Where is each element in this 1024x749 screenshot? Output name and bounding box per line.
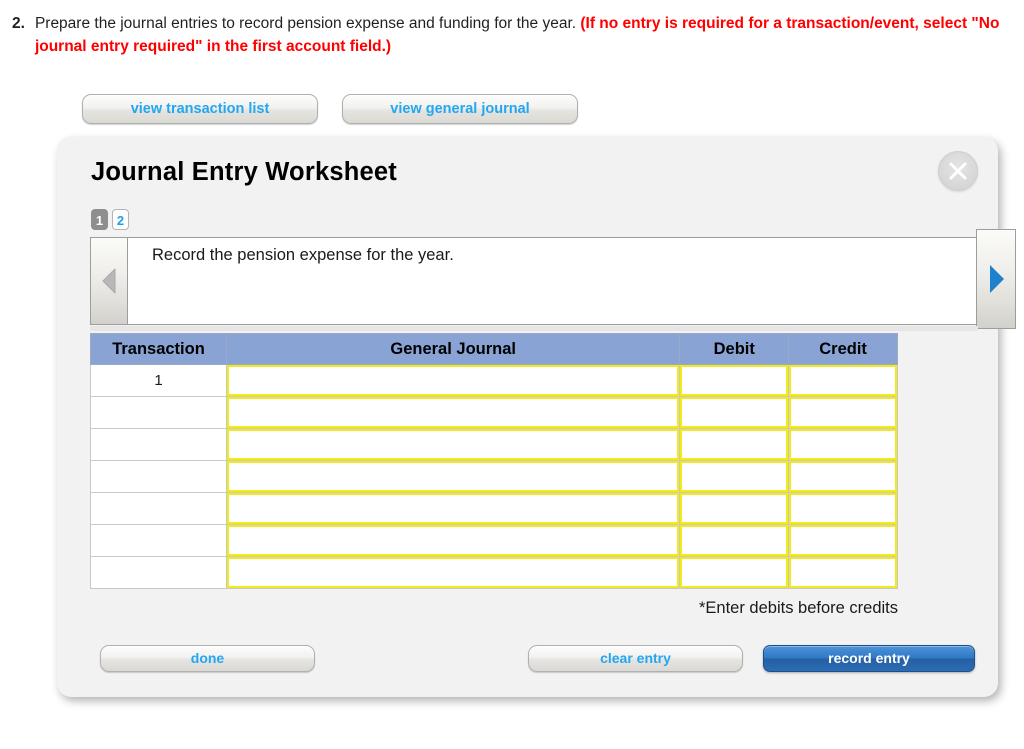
cell-debit-input[interactable]	[680, 493, 789, 524]
cell-credit-input[interactable]	[789, 557, 897, 588]
cell-debit-input[interactable]	[680, 429, 789, 460]
cell-transaction	[90, 492, 227, 525]
cell-credit	[788, 428, 898, 461]
cell-credit	[788, 556, 898, 589]
cell-transaction	[90, 524, 227, 557]
cell-general-journal	[225, 428, 681, 461]
close-x-glyph	[949, 162, 967, 180]
prompt-strip-shadow	[90, 326, 978, 331]
cell-debit	[679, 460, 790, 493]
cell-credit	[788, 524, 898, 557]
prompt-navigation-strip: Record the pension expense for the year.	[90, 229, 1016, 329]
table-row	[90, 428, 898, 461]
cell-general-journal	[225, 524, 681, 557]
cell-debit-input[interactable]	[680, 397, 789, 428]
table-row	[90, 556, 898, 589]
prompt-text: Record the pension expense for the year.	[152, 246, 454, 264]
cell-debit	[679, 556, 790, 589]
done-button[interactable]: done	[100, 645, 315, 672]
cell-general-journal	[225, 556, 681, 589]
cell-general-journal-input[interactable]	[227, 429, 680, 460]
cell-general-journal-input[interactable]	[227, 365, 680, 396]
table-row: 1	[90, 364, 898, 397]
column-header-general-journal: General Journal	[225, 333, 681, 365]
cell-general-journal-input[interactable]	[227, 493, 680, 524]
cell-debit	[679, 428, 790, 461]
cell-credit-input[interactable]	[789, 365, 897, 396]
record-entry-button[interactable]: record entry	[763, 645, 975, 672]
cell-transaction	[90, 460, 227, 493]
cell-general-journal	[225, 460, 681, 493]
table-header-row: Transaction General Journal Debit Credit	[90, 333, 898, 365]
panel-title: Journal Entry Worksheet	[91, 158, 397, 186]
cell-credit-input[interactable]	[789, 493, 897, 524]
cell-transaction: 1	[90, 364, 227, 397]
cell-credit	[788, 492, 898, 525]
cell-debit	[679, 524, 790, 557]
question-body: Prepare the journal entries to record pe…	[35, 12, 1007, 58]
cell-transaction	[90, 396, 227, 429]
journal-entry-table: Transaction General Journal Debit Credit…	[90, 333, 898, 589]
cell-credit-input[interactable]	[789, 525, 897, 556]
cell-debit-input[interactable]	[680, 461, 789, 492]
cell-debit-input[interactable]	[680, 557, 789, 588]
cell-credit-input[interactable]	[789, 397, 897, 428]
question-block: 2. Prepare the journal entries to record…	[12, 12, 1007, 58]
debits-before-credits-hint: *Enter debits before credits	[698, 599, 898, 617]
cell-credit	[788, 364, 898, 397]
cell-debit-input[interactable]	[680, 365, 789, 396]
cell-general-journal	[225, 492, 681, 525]
cell-transaction	[90, 556, 227, 589]
cell-transaction	[90, 428, 227, 461]
column-header-debit: Debit	[679, 333, 790, 365]
cell-debit	[679, 492, 790, 525]
prev-arrow-glyph	[102, 268, 116, 294]
step-tab-2[interactable]: 2	[112, 209, 129, 230]
question-text: Prepare the journal entries to record pe…	[34, 15, 581, 32]
view-transaction-list-button[interactable]: view transaction list	[82, 94, 318, 124]
step-tab-1[interactable]: 1	[91, 209, 108, 230]
column-header-transaction: Transaction	[90, 333, 227, 365]
next-arrow-icon[interactable]	[976, 229, 1016, 329]
cell-credit	[788, 396, 898, 429]
step-tabs: 1 2	[91, 209, 129, 230]
view-general-journal-button[interactable]: view general journal	[342, 94, 578, 124]
footer-buttons-group: done clear entry record entry	[57, 645, 998, 675]
cell-general-journal-input[interactable]	[227, 461, 680, 492]
cell-debit	[679, 396, 790, 429]
column-header-credit: Credit	[788, 333, 898, 365]
cell-credit	[788, 460, 898, 493]
cell-debit	[679, 364, 790, 397]
cell-debit-input[interactable]	[680, 525, 789, 556]
close-icon[interactable]	[938, 151, 978, 191]
cell-general-journal	[225, 364, 681, 397]
table-row	[90, 492, 898, 525]
clear-entry-button[interactable]: clear entry	[528, 645, 743, 672]
table-row	[90, 460, 898, 493]
view-buttons-group: view transaction list view general journ…	[82, 94, 578, 124]
next-arrow-glyph	[990, 265, 1004, 293]
question-number: 2.	[12, 15, 25, 32]
cell-general-journal-input[interactable]	[227, 525, 680, 556]
cell-general-journal-input[interactable]	[227, 557, 680, 588]
cell-credit-input[interactable]	[789, 461, 897, 492]
journal-entry-worksheet-panel: Journal Entry Worksheet 1 2 Record the p…	[57, 137, 1016, 697]
prev-arrow-icon[interactable]	[90, 237, 128, 325]
table-row	[90, 396, 898, 429]
cell-general-journal-input[interactable]	[227, 397, 680, 428]
cell-credit-input[interactable]	[789, 429, 897, 460]
table-body: 1	[90, 364, 898, 589]
cell-general-journal	[225, 396, 681, 429]
table-row	[90, 524, 898, 557]
